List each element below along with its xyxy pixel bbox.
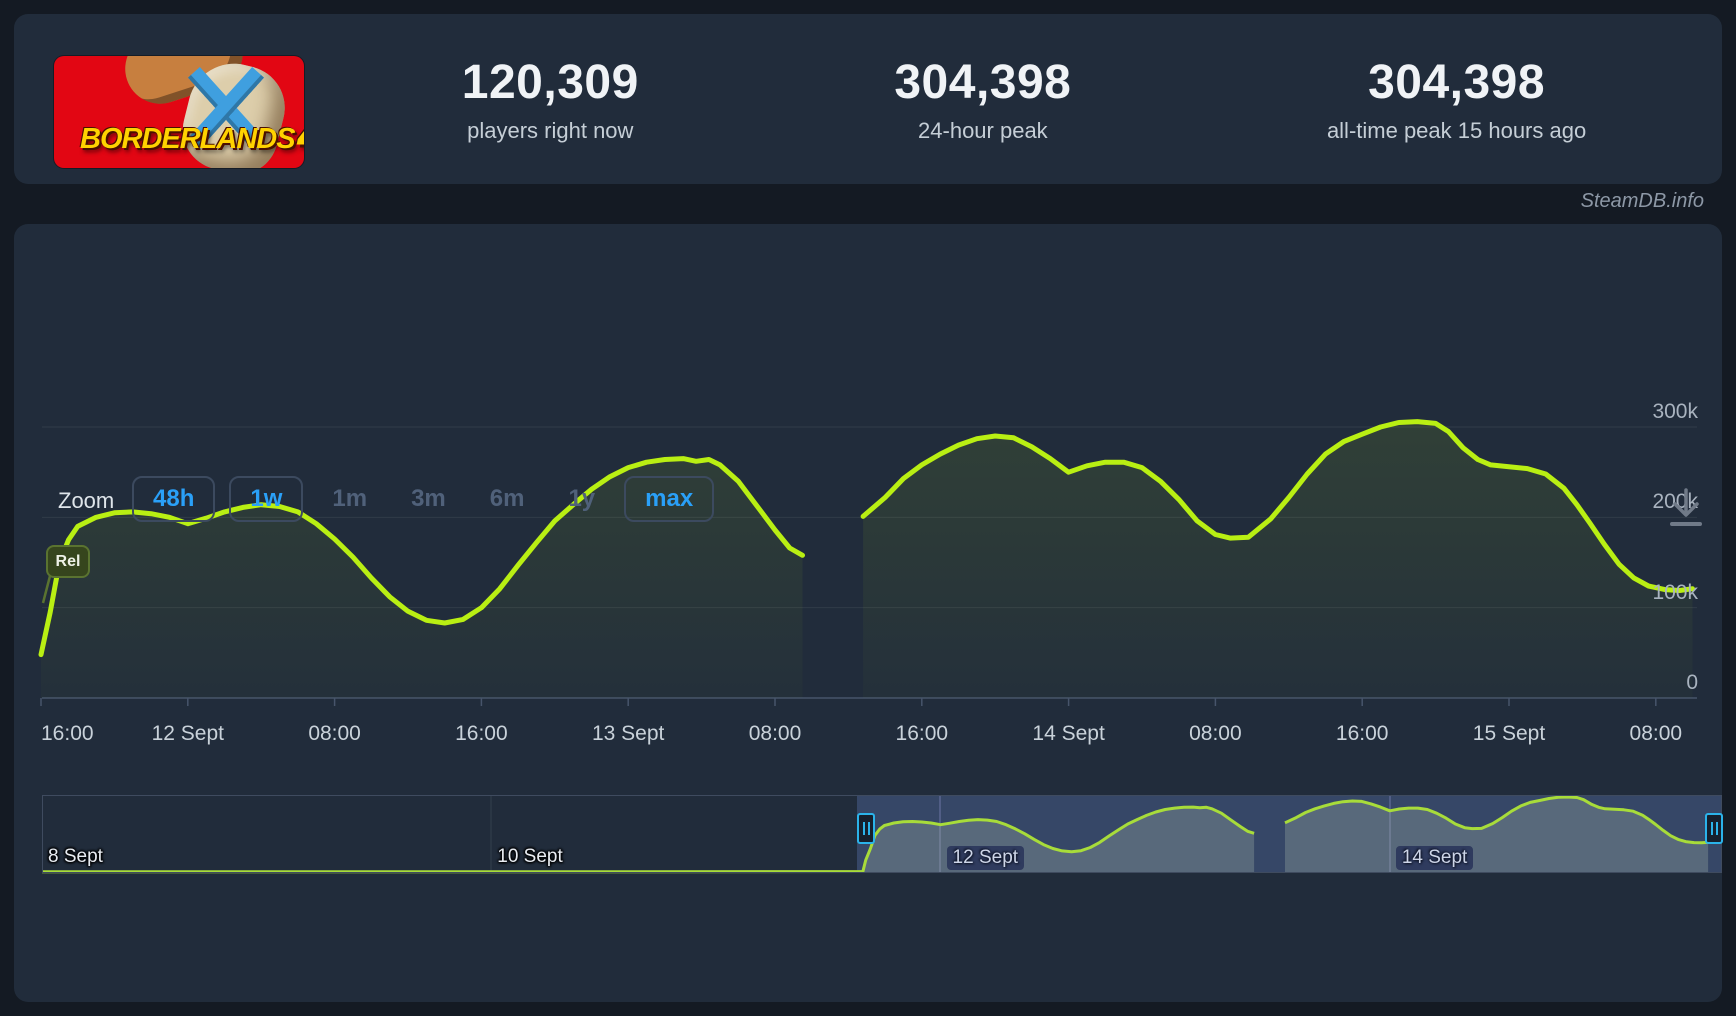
- zoom-button-48h[interactable]: 48h: [132, 476, 216, 522]
- handle-grip-icon: [862, 822, 865, 835]
- x-axis-label: 08:00: [1629, 722, 1683, 745]
- zoom-button-1m[interactable]: 1m: [317, 476, 382, 522]
- x-axis-label: 08:00: [748, 722, 802, 745]
- steamdb-chart-page: BORDERLANDS 4 120,309players right now30…: [0, 0, 1736, 1016]
- x-axis-label: 16:00: [455, 722, 508, 745]
- download-button[interactable]: [1662, 484, 1710, 534]
- zoom-button-1w[interactable]: 1w: [229, 476, 304, 522]
- navigator-date-label: 8 Sept: [48, 846, 103, 867]
- y-axis-label: 0: [1686, 671, 1698, 694]
- zoom-button-6m[interactable]: 6m: [475, 476, 540, 522]
- handle-grip-icon: [1715, 822, 1718, 835]
- navigator-left-handle[interactable]: [857, 813, 875, 844]
- x-axis-label: 08:00: [1189, 722, 1242, 745]
- x-axis-label: 12 Sept: [151, 722, 224, 745]
- zoom-label: Zoom: [58, 488, 115, 513]
- zoom-button-max[interactable]: max: [624, 476, 715, 522]
- x-axis-label: 14 Sept: [1032, 722, 1105, 745]
- zoom-button-1y[interactable]: 1y: [553, 476, 610, 522]
- zoom-button-3m[interactable]: 3m: [396, 476, 461, 522]
- zoom-range-buttons: 48h 1w 1m 3m 6m 1y max: [132, 476, 715, 522]
- y-axis-label: 300k: [1652, 400, 1698, 423]
- y-axis-label: 100k: [1652, 580, 1698, 604]
- x-axis-label: 16:00: [41, 722, 94, 745]
- x-axis-label: 15 Sept: [1472, 722, 1546, 745]
- navigator-right-handle[interactable]: [1705, 813, 1723, 844]
- x-axis-label: 08:00: [308, 722, 361, 745]
- x-axis-label: 16:00: [1335, 722, 1389, 745]
- navigator-date-label: 12 Sept: [946, 846, 1025, 870]
- download-icon: [1670, 488, 1702, 526]
- release-flag-marker[interactable]: Rel: [46, 545, 90, 578]
- navigator-date-label: 10 Sept: [497, 846, 563, 867]
- x-axis-label: 13 Sept: [591, 722, 665, 745]
- navigator-date-label: 14 Sept: [1395, 846, 1474, 870]
- handle-grip-icon: [1710, 822, 1713, 835]
- handle-grip-icon: [867, 822, 870, 835]
- x-axis-label: 16:00: [895, 722, 949, 745]
